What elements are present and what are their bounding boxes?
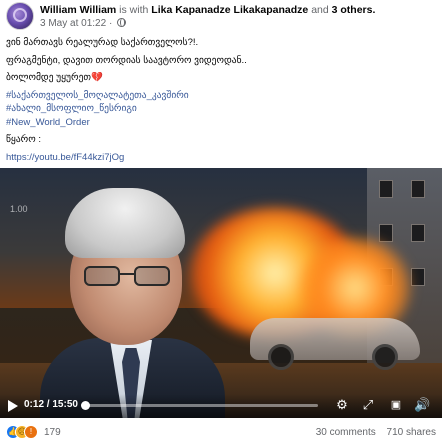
picture-in-picture-icon[interactable]: ▣ (388, 397, 404, 413)
post-header: William William is with Lika Kapanadze L… (6, 2, 438, 32)
heart-icon: 💔 (91, 72, 103, 83)
progress-knob[interactable] (81, 401, 90, 410)
post-line-2: ფრაგმენტი, დავით თორდიას საავტორო ვიდეოდ… (6, 54, 247, 66)
source-label: წყარო : (6, 134, 41, 145)
video-time: 0:12 / 15:50 (24, 399, 78, 410)
post-line-1: ვინ მართავს რეალურად საქართველოს?!. (6, 37, 199, 48)
globe-icon (117, 18, 127, 27)
and-text: and (311, 4, 329, 16)
author-line: William William is with Lika Kapanadze L… (40, 4, 375, 16)
others-link[interactable]: 3 others. (332, 4, 376, 16)
post-footer: 👍 ☹ ! 179 30 comments 710 shares (6, 424, 438, 442)
video-player[interactable]: 1.00 (0, 168, 442, 418)
gear-icon[interactable]: ⚙ (334, 397, 350, 413)
tagged-user[interactable]: Lika Kapanadze Likakapanadze (151, 4, 308, 16)
author-name[interactable]: William William (40, 4, 116, 16)
post-meta: 3 May at 01:22 · (40, 18, 127, 29)
speaker-icon[interactable]: 🔊 (414, 397, 430, 413)
source-link[interactable]: https://youtu.be/fF44kzi7jOg (6, 151, 438, 165)
expand-icon[interactable]: ⤢ (360, 397, 376, 413)
shares-count[interactable]: 710 shares (387, 427, 436, 438)
progress-bar[interactable] (81, 401, 318, 410)
comments-count[interactable]: 30 comments (316, 427, 376, 438)
video-scene-car (250, 318, 420, 370)
hashtag-1[interactable]: #საქართველოს_მოღალატეთა_კავშირი (6, 89, 438, 103)
engagement-stats: 30 comments 710 shares (308, 427, 436, 438)
angry-reaction-icon[interactable]: ! (24, 425, 38, 439)
author-avatar[interactable] (6, 2, 34, 30)
post-timestamp[interactable]: 3 May at 01:22 (40, 18, 106, 29)
reaction-count[interactable]: 179 (44, 427, 61, 438)
play-icon[interactable] (8, 400, 18, 412)
duration: 15:50 (52, 399, 78, 410)
hashtag-2[interactable]: #ახალი_მსოფლიო_წესრიგი (6, 102, 438, 116)
hashtag-3[interactable]: #New_World_Order (6, 116, 438, 130)
with-prefix: is with (119, 4, 149, 16)
video-scene-portrait (40, 188, 225, 418)
post-line-3: ბოლომდე უყურეთ💔 (6, 72, 103, 83)
current-time: 0:12 (24, 399, 45, 410)
video-watermark: 1.00 (10, 204, 28, 214)
video-controls: 0:12 / 15:50 ⚙ ⤢ ▣ 🔊 (0, 394, 442, 418)
post-body: ვინ მართავს რეალურად საქართველოს?!. ფრაგ… (6, 36, 438, 164)
